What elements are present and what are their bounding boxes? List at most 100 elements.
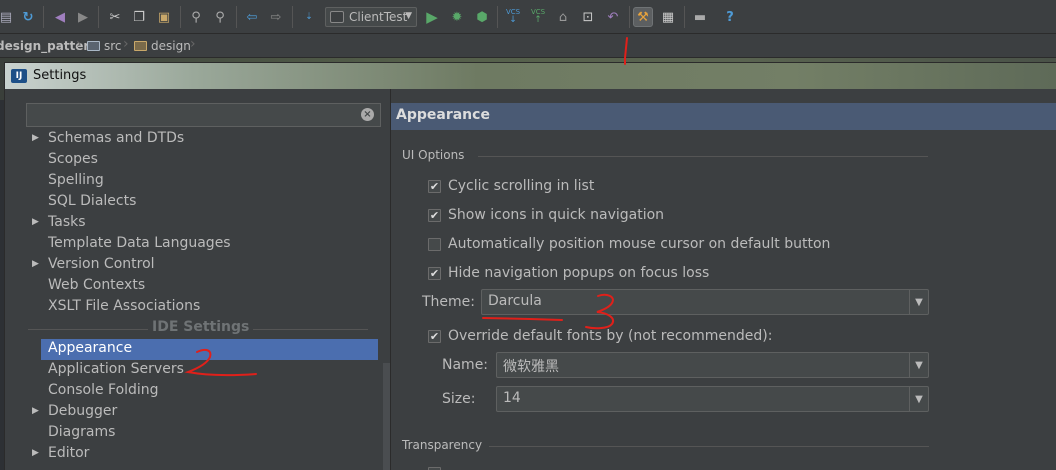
chevron-down-icon: ▼ xyxy=(405,11,412,21)
checkbox-box[interactable] xyxy=(428,237,441,251)
checkbox-box[interactable]: ✔ xyxy=(428,208,441,222)
cut-icon[interactable]: ✂ xyxy=(105,7,125,27)
chevron-down-icon[interactable]: ▼ xyxy=(909,353,928,377)
transparency-group-label: Transparency xyxy=(402,438,483,452)
section-header-label: IDE Settings xyxy=(148,319,254,335)
font-name-select[interactable]: 微软雅黑 ▼ xyxy=(496,352,929,378)
forward-icon[interactable]: ⇨ xyxy=(266,7,286,27)
revert-icon[interactable]: ↶ xyxy=(603,7,623,27)
auto-position-mouse-checkbox[interactable]: Automatically position mouse cursor on d… xyxy=(428,234,830,254)
vcs-update-icon[interactable]: VCS ↓ xyxy=(503,7,523,27)
undo-icon[interactable]: ◀ xyxy=(50,7,70,27)
expand-arrow-icon[interactable]: ▶ xyxy=(32,448,39,458)
breadcrumb-project-label: design_pattern xyxy=(0,39,98,53)
checkbox-label: Cyclic scrolling in list xyxy=(448,178,595,194)
tree-item-debugger[interactable]: ▶ Debugger xyxy=(26,402,371,423)
help-icon[interactable]: ? xyxy=(720,7,740,27)
folder-icon xyxy=(87,41,100,51)
theme-select[interactable]: Darcula ▼ xyxy=(481,289,929,315)
sync-icon[interactable]: ↻ xyxy=(18,7,38,27)
expand-arrow-icon[interactable]: ▶ xyxy=(32,133,39,143)
breadcrumb-project[interactable]: design_pattern xyxy=(0,38,98,54)
tree-item-label: XSLT File Associations xyxy=(48,298,201,314)
breadcrumb-separator-icon: › xyxy=(190,36,196,52)
breadcrumb-design-label: design xyxy=(151,39,191,53)
breadcrumb-separator-icon: › xyxy=(123,36,129,52)
font-name-value: 微软雅黑 xyxy=(503,359,559,375)
find-icon[interactable]: ⚲ xyxy=(186,7,206,27)
breadcrumb-src[interactable]: src xyxy=(87,38,122,54)
compare-icon[interactable]: ⊡ xyxy=(578,7,598,27)
back-icon[interactable]: ⇦ xyxy=(242,7,262,27)
breadcrumb-separator-icon: › xyxy=(76,36,82,52)
panel-header: Appearance xyxy=(391,103,1056,130)
run-coverage-icon[interactable]: ⬢ xyxy=(472,7,492,27)
dialog-title: Settings xyxy=(33,68,87,83)
clear-search-icon[interactable]: × xyxy=(361,108,374,121)
tree-item-label: Template Data Languages xyxy=(48,235,231,251)
tree-item-label: Schemas and DTDs xyxy=(48,130,185,146)
run-config-label: ClientTest xyxy=(349,10,408,24)
checkbox-label: Automatically position mouse cursor on d… xyxy=(448,236,831,252)
override-fonts-checkbox[interactable]: ✔ Override default fonts by (not recomme… xyxy=(428,326,772,346)
expand-arrow-icon[interactable]: ▶ xyxy=(32,217,39,227)
chevron-down-icon[interactable]: ▼ xyxy=(909,290,928,314)
checkbox-box[interactable]: ✔ xyxy=(428,179,441,193)
redo-icon[interactable]: ▶ xyxy=(73,7,93,27)
intellij-logo-icon: IJ xyxy=(11,69,27,83)
show-icons-checkbox[interactable]: ✔ Show icons in quick navigation xyxy=(428,205,664,225)
tree-item-console-folding[interactable]: Console Folding xyxy=(26,381,371,402)
chevron-down-icon[interactable]: ▼ xyxy=(909,387,928,411)
tree-item-spelling[interactable]: Spelling xyxy=(26,171,371,192)
breadcrumb-design[interactable]: design xyxy=(134,38,191,54)
tree-item-template-data-languages[interactable]: Template Data Languages xyxy=(26,234,371,255)
ui-options-group-label: UI Options xyxy=(402,148,465,162)
vcs-commit-icon[interactable]: VCS ↑ xyxy=(528,7,548,27)
tree-item-editor[interactable]: ▶ Editor xyxy=(26,444,371,465)
panel-title: Appearance xyxy=(396,107,490,123)
checkbox-box[interactable]: ✔ xyxy=(428,266,441,280)
settings-dialog: IJ Settings × ▶ Schemas and DTDs Scopes … xyxy=(4,62,1056,470)
settings-icon[interactable]: ⚒ xyxy=(633,7,653,27)
paste-icon[interactable]: ▣ xyxy=(154,7,174,27)
tree-item-scopes[interactable]: Scopes xyxy=(26,150,371,171)
tree-item-application-servers[interactable]: Application Servers xyxy=(26,360,371,381)
transparency-checkbox[interactable] xyxy=(428,463,441,470)
copy-icon[interactable]: ❐ xyxy=(129,7,149,27)
breadcrumb-src-label: src xyxy=(104,39,122,53)
debug-icon[interactable]: ✹ xyxy=(447,7,467,27)
font-size-select[interactable]: 14 ▼ xyxy=(496,386,929,412)
tree-item-tasks[interactable]: ▶ Tasks xyxy=(26,213,371,234)
project-structure-icon[interactable]: ▦ xyxy=(658,7,678,27)
cyclic-scrolling-checkbox[interactable]: ✔ Cyclic scrolling in list xyxy=(428,176,594,196)
tree-item-label: Diagrams xyxy=(48,424,116,440)
make-project-icon[interactable]: ⇣ xyxy=(299,7,319,27)
tree-item-label: Appearance xyxy=(48,340,133,356)
tree-item-version-control[interactable]: ▶ Version Control xyxy=(26,255,371,276)
tree-item-label: Application Servers xyxy=(48,361,184,377)
checkbox-label: Override default fonts by (not recommend… xyxy=(448,328,773,344)
run-configuration-select[interactable]: ClientTest ▼ xyxy=(325,7,417,27)
expand-arrow-icon[interactable]: ▶ xyxy=(32,406,39,416)
expand-arrow-icon[interactable]: ▶ xyxy=(32,259,39,269)
tree-item-xslt-file-associations[interactable]: XSLT File Associations xyxy=(26,297,371,318)
package-folder-icon xyxy=(134,41,147,51)
run-config-icon xyxy=(330,11,344,23)
tree-item-sql-dialects[interactable]: SQL Dialects xyxy=(26,192,371,213)
checkbox-box[interactable]: ✔ xyxy=(428,329,441,343)
tree-item-label: SQL Dialects xyxy=(48,193,137,209)
checkbox-box[interactable] xyxy=(428,466,441,470)
tree-item-diagrams[interactable]: Diagrams xyxy=(26,423,371,444)
terminal-icon[interactable]: ▬ xyxy=(690,7,710,27)
dialog-body: × ▶ Schemas and DTDs Scopes Spelling SQL… xyxy=(13,89,1056,470)
tree-item-web-contexts[interactable]: Web Contexts xyxy=(26,276,371,297)
tree-item-schemas-and-dtds[interactable]: ▶ Schemas and DTDs xyxy=(26,129,371,150)
settings-search-input[interactable]: × xyxy=(26,103,381,127)
replace-icon[interactable]: ⚲ xyxy=(210,7,230,27)
dialog-title-bar[interactable]: IJ Settings xyxy=(5,63,1056,89)
hide-popups-checkbox[interactable]: ✔ Hide navigation popups on focus loss xyxy=(428,263,709,283)
run-icon[interactable]: ▶ xyxy=(422,7,442,27)
vcs-history-icon[interactable]: ⌂ xyxy=(553,7,573,27)
save-all-icon[interactable]: ▤ xyxy=(0,7,16,27)
tree-item-appearance[interactable]: Appearance xyxy=(41,339,378,360)
